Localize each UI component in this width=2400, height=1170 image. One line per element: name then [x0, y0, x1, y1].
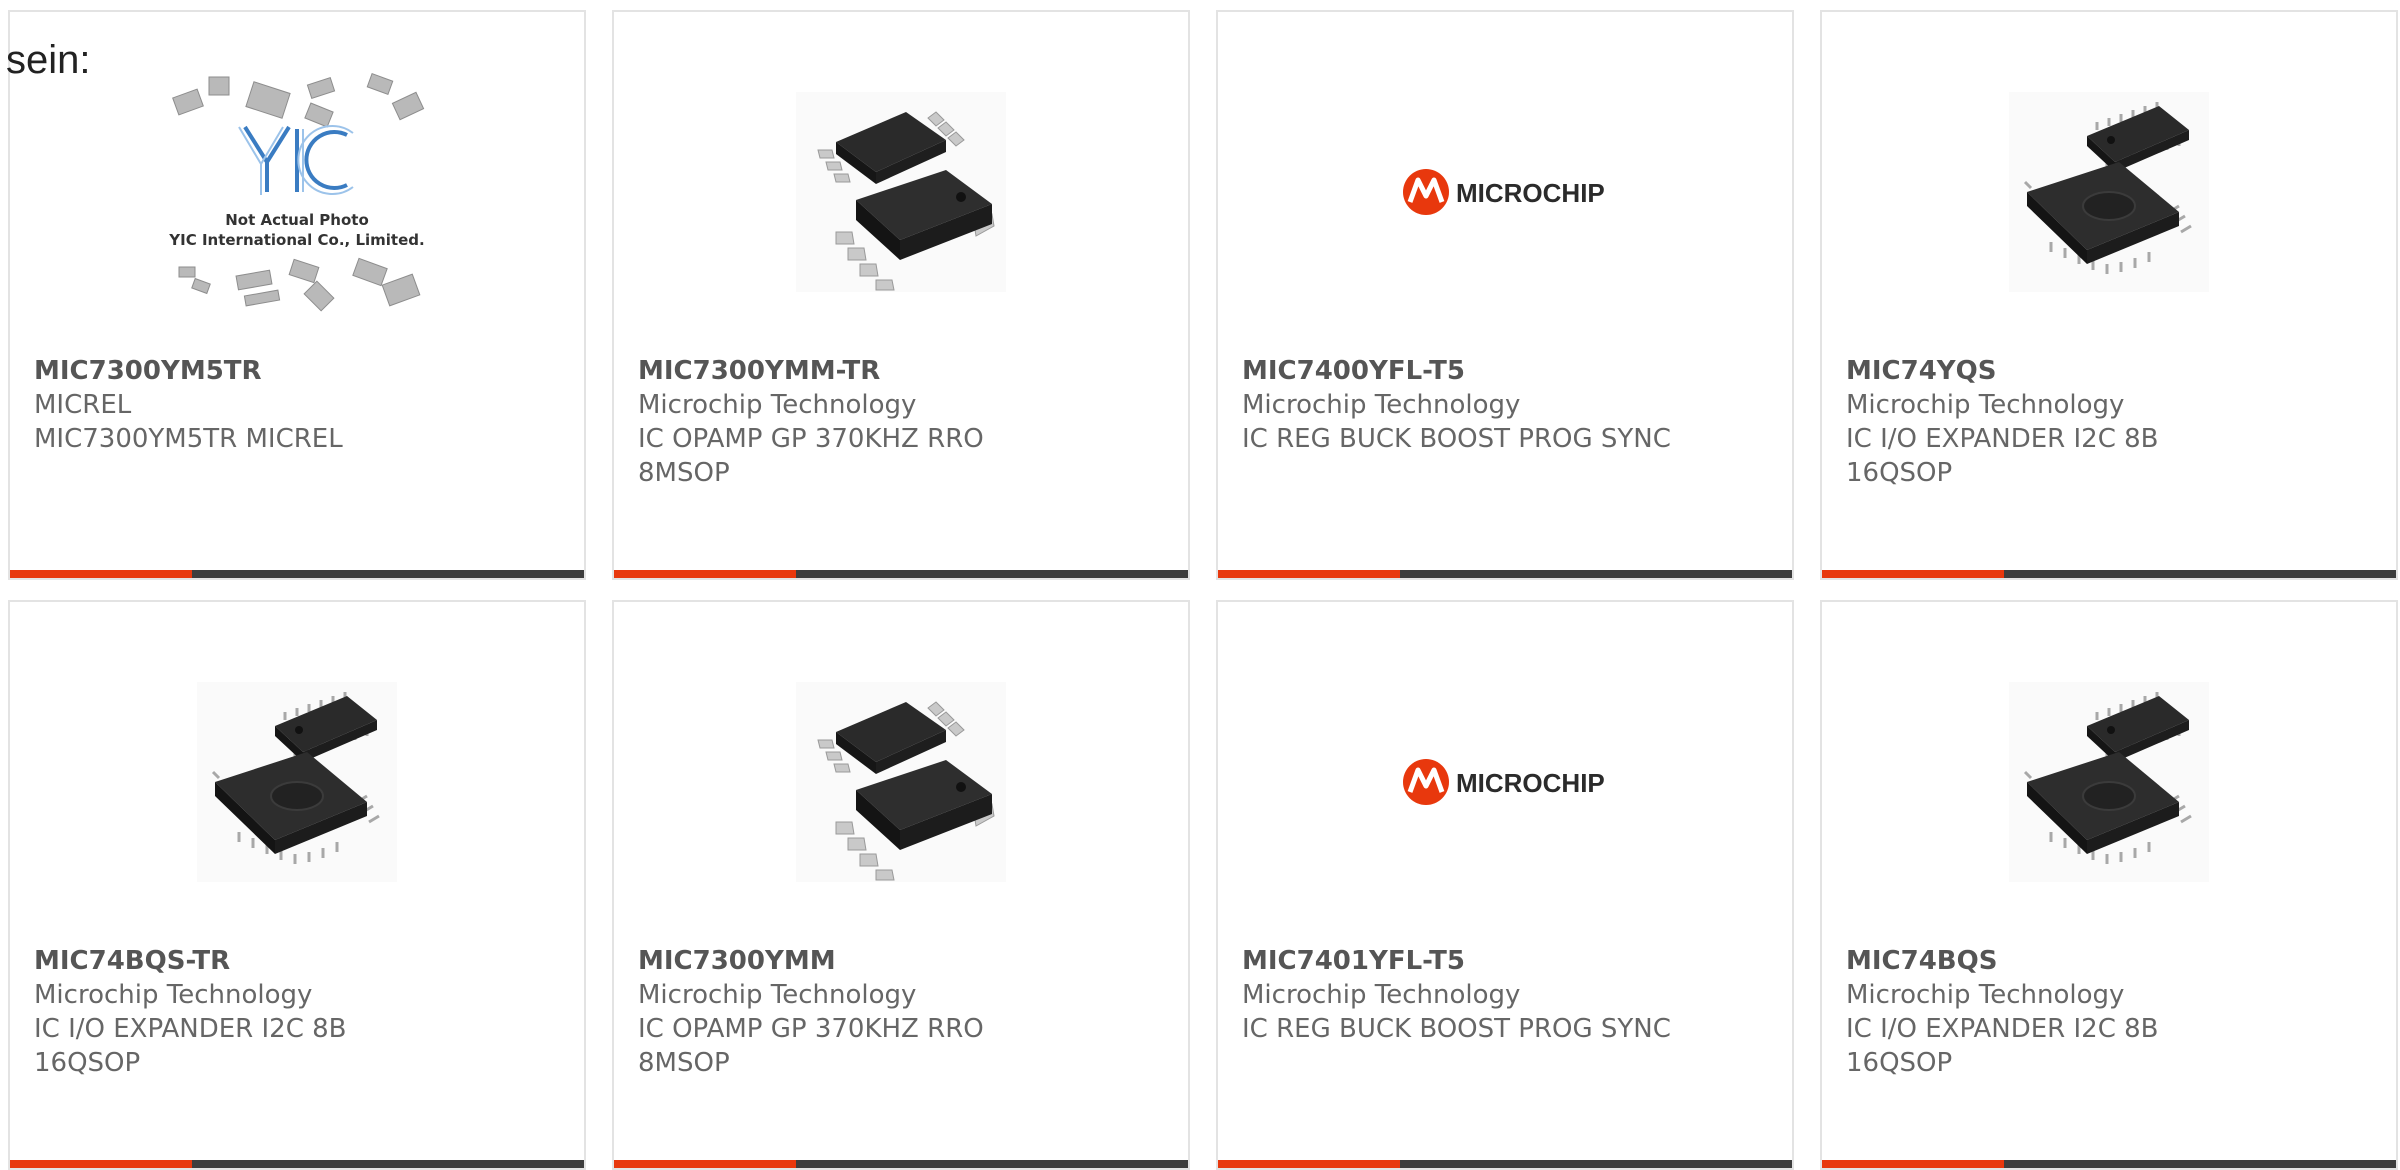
part-number[interactable]: MIC74BQS	[1846, 944, 2376, 978]
manufacturer: Microchip Technology	[1242, 980, 1521, 1010]
manufacturer: Microchip Technology	[34, 980, 313, 1010]
card-bar-accent	[1218, 1160, 1400, 1168]
product-image[interactable]: MICROCHIP	[1218, 682, 1792, 882]
card-bar	[10, 1160, 584, 1168]
card-bar-accent	[1822, 1160, 2004, 1168]
product-card[interactable]: MIC7300YMM-TR Microchip Technology IC OP…	[612, 10, 1190, 580]
product-card[interactable]: Not Actual Photo YIC International Co., …	[8, 10, 586, 580]
manufacturer: Microchip Technology	[1242, 390, 1521, 420]
description: IC I/O EXPANDER I2C 8B 16QSOP	[34, 1014, 347, 1078]
manufacturer: Microchip Technology	[1846, 980, 2125, 1010]
card-bar	[614, 570, 1188, 578]
card-bar-accent	[614, 570, 796, 578]
placeholder-line2: YIC International Co., Limited.	[168, 231, 424, 249]
card-bar	[1218, 570, 1792, 578]
qsop16-chip-icon	[2009, 92, 2209, 292]
qsop16-chip-icon	[2009, 682, 2209, 882]
microchip-logo-text: MICROCHIP	[1456, 768, 1605, 798]
description: IC REG BUCK BOOST PROG SYNC	[1242, 424, 1671, 454]
card-bar	[1822, 1160, 2396, 1168]
manufacturer: Microchip Technology	[638, 980, 917, 1010]
placeholder-line1: Not Actual Photo	[225, 211, 369, 229]
product-card[interactable]: MIC7300YMM Microchip Technology IC OPAMP…	[612, 600, 1190, 1170]
card-bar-accent	[1822, 570, 2004, 578]
part-number[interactable]: MIC7300YM5TR	[34, 354, 564, 388]
product-card[interactable]: MIC74YQS Microchip Technology IC I/O EXP…	[1820, 10, 2398, 580]
card-bar	[1822, 570, 2396, 578]
card-bar-accent	[614, 1160, 796, 1168]
part-number[interactable]: MIC7300YMM-TR	[638, 354, 1168, 388]
microchip-logo-icon: MICROCHIP	[1403, 759, 1605, 805]
manufacturer: MICREL	[34, 390, 132, 420]
product-card[interactable]: MIC74BQS-TR Microchip Technology IC I/O …	[8, 600, 586, 1170]
placeholder-photo-icon: Not Actual Photo YIC International Co., …	[168, 73, 425, 312]
product-card[interactable]: MICROCHIP MIC7401YFL-T5 Microchip Techno…	[1216, 600, 1794, 1170]
description: IC OPAMP GP 370KHZ RRO 8MSOP	[638, 1014, 984, 1078]
product-image[interactable]	[10, 682, 584, 882]
product-image[interactable]	[614, 682, 1188, 882]
card-bar-accent	[1218, 570, 1400, 578]
product-card[interactable]: MIC74BQS Microchip Technology IC I/O EXP…	[1820, 600, 2398, 1170]
description: IC OPAMP GP 370KHZ RRO 8MSOP	[638, 424, 984, 488]
description: MIC7300YM5TR MICREL	[34, 424, 343, 454]
manufacturer: Microchip Technology	[638, 390, 917, 420]
manufacturer: Microchip Technology	[1846, 390, 2125, 420]
description: IC REG BUCK BOOST PROG SYNC	[1242, 1014, 1671, 1044]
product-image[interactable]	[1822, 682, 2396, 882]
product-image[interactable]: MICROCHIP	[1218, 92, 1792, 292]
microchip-logo-text: MICROCHIP	[1456, 178, 1605, 208]
card-bar-accent	[10, 570, 192, 578]
part-number[interactable]: MIC74YQS	[1846, 354, 2376, 388]
part-number[interactable]: MIC7300YMM	[638, 944, 1168, 978]
intro-text: sein:	[6, 38, 91, 82]
product-image[interactable]	[1822, 92, 2396, 292]
msop8-chip-icon	[796, 92, 1006, 292]
card-bar-accent	[10, 1160, 192, 1168]
product-image[interactable]	[614, 92, 1188, 292]
description: IC I/O EXPANDER I2C 8B 16QSOP	[1846, 424, 2159, 488]
msop8-chip-icon	[796, 682, 1006, 882]
part-number[interactable]: MIC74BQS-TR	[34, 944, 564, 978]
microchip-logo-icon: MICROCHIP	[1403, 169, 1605, 215]
card-bar	[1218, 1160, 1792, 1168]
product-image[interactable]: Not Actual Photo YIC International Co., …	[10, 73, 584, 312]
part-number[interactable]: MIC7401YFL-T5	[1242, 944, 1772, 978]
card-bar	[614, 1160, 1188, 1168]
card-bar	[10, 570, 584, 578]
description: IC I/O EXPANDER I2C 8B 16QSOP	[1846, 1014, 2159, 1078]
product-card[interactable]: MICROCHIP MIC7400YFL-T5 Microchip Techno…	[1216, 10, 1794, 580]
qsop16-chip-icon	[197, 682, 397, 882]
part-number[interactable]: MIC7400YFL-T5	[1242, 354, 1772, 388]
